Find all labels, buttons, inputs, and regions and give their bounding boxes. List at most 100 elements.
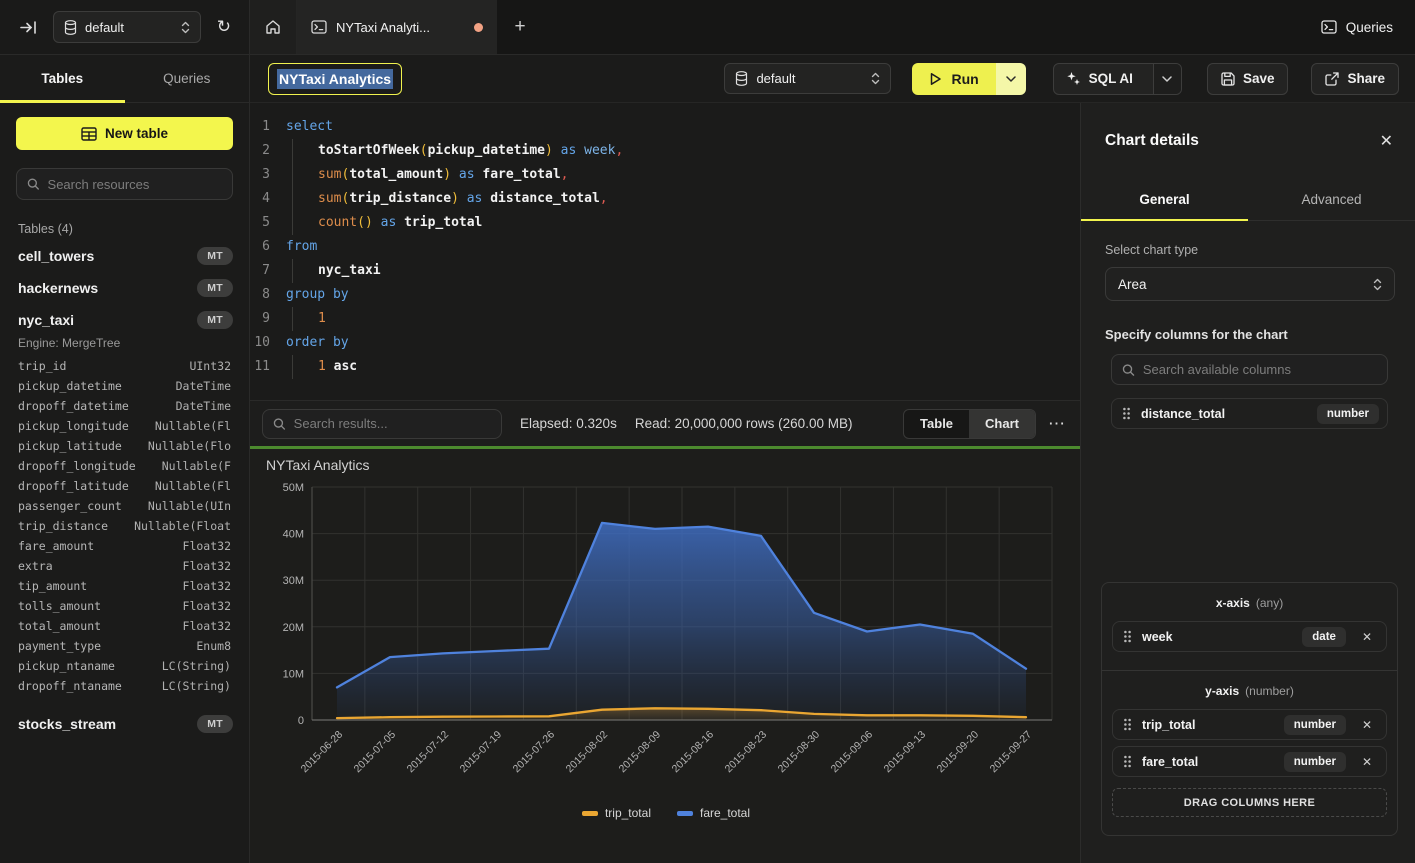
column-type: Nullable(Flo [148,436,231,456]
table-row-stocks_stream[interactable]: stocks_streamMT [0,708,249,740]
indent-guide [292,163,318,187]
tab-queries[interactable]: Queries [125,55,250,102]
columns-search[interactable] [1111,354,1388,385]
close-icon[interactable]: ✕ [1380,131,1393,151]
svg-text:40M: 40M [283,529,304,541]
column-type: Nullable(Fl [155,416,231,436]
indent-guide [292,355,318,379]
editor-line[interactable]: 1select [250,115,1080,139]
svg-text:2015-07-19: 2015-07-19 [458,729,505,776]
x-axis-column-week[interactable]: week date ✕ [1112,621,1387,652]
search-icon [273,417,286,431]
home-icon [265,19,281,35]
table-icon [81,127,97,141]
editor-line[interactable]: 5count() as trip_total [250,211,1080,235]
save-button[interactable]: Save [1207,63,1289,95]
column-type: Nullable(F [162,456,231,476]
run-options-button[interactable] [996,63,1026,95]
column-name: dropoff_datetime [18,396,129,416]
svg-text:2015-08-02: 2015-08-02 [564,729,611,776]
more-options-icon[interactable]: ⋯ [1048,414,1066,434]
tab-nytaxi-analytics[interactable]: NYTaxi Analyti... [297,0,497,54]
editor-line[interactable]: 2toStartOfWeek(pickup_datetime) as week, [250,139,1080,163]
legend-item-fare_total[interactable]: fare_total [677,806,750,820]
editor-line[interactable]: 3sum(total_amount) as fare_total, [250,163,1080,187]
query-title-input[interactable]: NYTaxi Analytics [268,63,402,95]
results-search-input[interactable] [294,416,491,431]
column-name: total_amount [18,616,101,636]
y-axis-header: y-axis(number) [1112,684,1387,698]
column-name: fare_total [1142,755,1274,769]
tab-label: NYTaxi Analyti... [336,20,430,35]
new-tab-button[interactable]: + [497,0,543,54]
available-column-distance-total[interactable]: distance_total number [1111,398,1388,429]
code-text: count() as trip_total [286,211,1080,235]
editor-line[interactable]: 7nyc_taxi [250,259,1080,283]
new-table-button[interactable]: New table [16,117,233,150]
run-button[interactable]: Run [912,63,995,95]
view-toggle-table[interactable]: Table [904,410,969,438]
tab-advanced[interactable]: Advanced [1248,179,1415,220]
share-button-label: Share [1347,71,1385,86]
tab-home[interactable] [250,0,297,54]
table-column-row: extraFloat32 [0,556,249,576]
drag-handle-icon [1122,407,1131,420]
column-type-badge: date [1302,627,1346,647]
sql-editor[interactable]: 1select2toStartOfWeek(pickup_datetime) a… [250,103,1080,400]
legend-item-trip_total[interactable]: trip_total [582,806,651,820]
results-search[interactable] [262,409,502,439]
columns-search-input[interactable] [1143,362,1377,377]
editor-line[interactable]: 4sum(trip_distance) as distance_total, [250,187,1080,211]
table-name: nyc_taxi [18,312,74,328]
column-name: fare_amount [18,536,94,556]
chart-details-panel: Chart details ✕ General Advanced Select … [1080,103,1415,863]
tab-general[interactable]: General [1081,179,1248,220]
editor-line[interactable]: 111 asc [250,355,1080,379]
drop-zone[interactable]: DRAG COLUMNS HERE [1112,788,1387,817]
results-chart[interactable]: 010M20M30M40M50M2015-06-282015-07-052015… [266,477,1066,791]
sql-ai-button[interactable]: SQL AI [1054,64,1145,94]
query-header-actions: default Run [724,63,1399,95]
column-name: tolls_amount [18,596,101,616]
editor-line[interactable]: 10order by [250,331,1080,355]
sidebar-search-input[interactable] [48,177,222,192]
editor-line[interactable]: 91 [250,307,1080,331]
save-icon [1221,72,1235,86]
share-button[interactable]: Share [1311,63,1399,95]
table-column-row: dropoff_ntanameLC(String) [0,676,249,696]
remove-column-icon[interactable]: ✕ [1356,628,1378,646]
sidebar-search[interactable] [16,168,233,200]
editor-line[interactable]: 6from [250,235,1080,259]
engine-badge: MT [197,311,233,329]
y-axis-column-trip-total[interactable]: trip_total number ✕ [1112,709,1387,740]
svg-text:20M: 20M [283,622,304,634]
query-database-selector[interactable]: default [724,63,891,94]
code-text: group by [286,283,1080,307]
database-selector[interactable]: default [53,11,201,43]
remove-column-icon[interactable]: ✕ [1356,716,1378,734]
refresh-icon[interactable]: ↻ [213,13,235,41]
table-column-row: passenger_countNullable(UIn [0,496,249,516]
tab-tables[interactable]: Tables [0,55,125,102]
column-type: Float32 [183,536,231,556]
editor-column: 1select2toStartOfWeek(pickup_datetime) a… [250,103,1080,863]
table-column-row: trip_distanceNullable(Float [0,516,249,536]
chevron-updown-icon [1373,278,1382,291]
column-type: Float32 [183,556,231,576]
table-row-cell_towers[interactable]: cell_towersMT [0,240,249,272]
queries-button[interactable]: Queries [1321,20,1393,35]
table-column-row: tolls_amountFloat32 [0,596,249,616]
sql-ai-options-button[interactable] [1153,64,1181,94]
table-row-nyc_taxi[interactable]: nyc_taxi MT [0,304,249,336]
content: NYTaxi Analytics default Run [250,55,1415,863]
remove-column-icon[interactable]: ✕ [1356,753,1378,771]
editor-line[interactable]: 8group by [250,283,1080,307]
chart-type-select[interactable]: Area [1105,267,1395,301]
workspace: 1select2toStartOfWeek(pickup_datetime) a… [250,103,1415,863]
svg-text:2015-08-30: 2015-08-30 [776,729,823,776]
y-axis-column-fare-total[interactable]: fare_total number ✕ [1112,746,1387,777]
chart-type-value: Area [1118,277,1373,292]
collapse-sidebar-icon[interactable] [16,16,41,39]
view-toggle-chart[interactable]: Chart [969,410,1035,438]
table-row-hackernews[interactable]: hackernewsMT [0,272,249,304]
